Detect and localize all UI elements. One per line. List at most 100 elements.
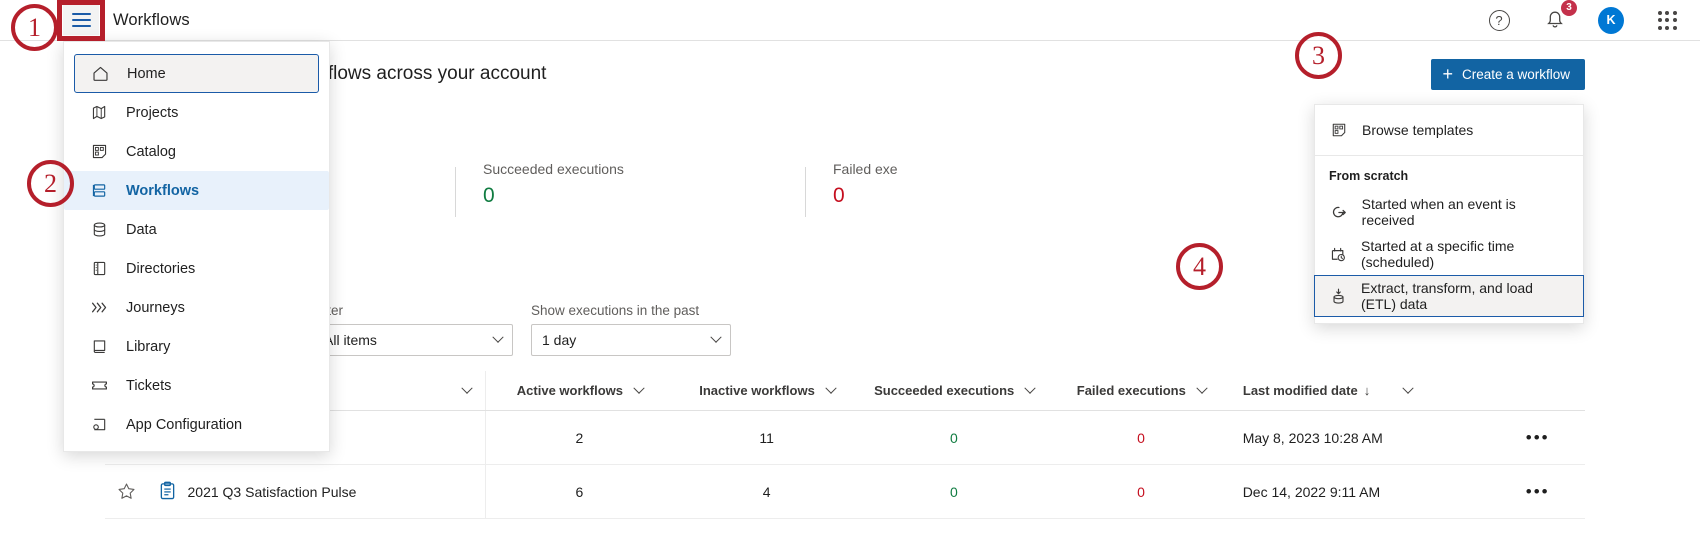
clipboard-icon bbox=[159, 481, 176, 503]
projects-icon bbox=[88, 102, 110, 124]
row-active: 2 bbox=[486, 430, 673, 446]
sidebar-item-label: App Configuration bbox=[126, 417, 242, 433]
chevron-down-icon bbox=[492, 332, 503, 343]
row-succeeded: 0 bbox=[860, 430, 1047, 446]
sidebar-item-label: Journeys bbox=[126, 300, 185, 316]
dropdown-item-browse-templates[interactable]: Browse templates bbox=[1315, 109, 1583, 151]
row-failed: 0 bbox=[1047, 484, 1234, 500]
chevron-down-icon[interactable] bbox=[1403, 382, 1414, 393]
chevron-down-icon[interactable] bbox=[825, 382, 836, 393]
header-failed-label: Failed executions bbox=[1077, 383, 1186, 398]
stat-label: Succeeded executions bbox=[483, 161, 805, 177]
row-inactive: 4 bbox=[673, 484, 860, 500]
dropdown-section-label: From scratch bbox=[1315, 156, 1583, 191]
notifications-button[interactable]: 3 bbox=[1542, 7, 1568, 33]
chevron-down-icon[interactable] bbox=[1025, 382, 1036, 393]
dropdown-item-label: Started at a specific time (scheduled) bbox=[1361, 238, 1569, 270]
app-title: Workflows bbox=[113, 11, 190, 30]
database-icon bbox=[88, 219, 110, 241]
favorite-star-icon[interactable] bbox=[105, 482, 149, 501]
sidebar-item-label: Workflows bbox=[126, 183, 199, 199]
chevron-down-icon[interactable] bbox=[462, 382, 473, 393]
create-workflow-label: Create a workflow bbox=[1462, 67, 1570, 82]
app-config-icon bbox=[88, 414, 110, 436]
dropdown-item-label: Started when an event is received bbox=[1362, 196, 1569, 228]
row-name-cell[interactable]: 2021 Q3 Satisfaction Pulse bbox=[149, 465, 486, 518]
dropdown-item-event-trigger[interactable]: Started when an event is received bbox=[1315, 191, 1583, 233]
chevron-down-icon[interactable] bbox=[1196, 382, 1207, 393]
sidebar-item-workflows[interactable]: Workflows bbox=[64, 171, 329, 210]
waffle-icon bbox=[1658, 11, 1677, 30]
stat-value: 0 bbox=[833, 184, 1155, 208]
header-failed-executions[interactable]: Failed executions bbox=[1048, 383, 1235, 398]
more-icon: ••• bbox=[1526, 429, 1550, 446]
header-succeeded-executions[interactable]: Succeeded executions bbox=[861, 383, 1048, 398]
callout-marker-2: 2 bbox=[27, 160, 74, 207]
dropdown-item-scheduled[interactable]: Started at a specific time (scheduled) bbox=[1315, 233, 1583, 275]
header-inactive-workflows[interactable]: Inactive workflows bbox=[673, 383, 860, 398]
stat-card: Failed exe 0 bbox=[805, 161, 1155, 223]
stat-card: Succeeded executions 0 bbox=[455, 161, 805, 223]
dropdown-item-etl[interactable]: Extract, transform, and load (ETL) data bbox=[1314, 275, 1584, 317]
top-bar-actions: ? 3 K bbox=[1486, 7, 1680, 33]
row-failed: 0 bbox=[1047, 430, 1234, 446]
row-more-actions[interactable]: ••• bbox=[1490, 483, 1585, 500]
stat-label: Failed exe bbox=[833, 161, 1155, 177]
sidebar-item-app-configuration[interactable]: App Configuration bbox=[74, 405, 319, 444]
sidebar-item-directories[interactable]: Directories bbox=[74, 249, 319, 288]
sidebar-item-tickets[interactable]: Tickets bbox=[74, 366, 319, 405]
filter-select[interactable]: All items bbox=[313, 324, 513, 356]
sidebar-item-label: Catalog bbox=[126, 144, 176, 160]
templates-icon bbox=[1329, 120, 1349, 140]
plus-icon: + bbox=[1442, 65, 1453, 83]
filter-label: Filter bbox=[313, 303, 513, 318]
app-launcher-button[interactable] bbox=[1654, 7, 1680, 33]
executions-past-select[interactable]: 1 day bbox=[531, 324, 731, 356]
header-last-modified[interactable]: Last modified date ↓ bbox=[1235, 383, 1491, 398]
sidebar-item-journeys[interactable]: Journeys bbox=[74, 288, 319, 327]
notification-badge: 3 bbox=[1561, 0, 1577, 16]
dropdown-item-label: Extract, transform, and load (ETL) data bbox=[1361, 280, 1569, 312]
catalog-icon bbox=[88, 141, 110, 163]
workflow-name: 2021 Q3 Satisfaction Pulse bbox=[188, 484, 357, 500]
sidebar-item-home[interactable]: Home bbox=[74, 54, 319, 93]
chevron-down-icon[interactable] bbox=[633, 382, 644, 393]
etl-icon bbox=[1329, 286, 1348, 306]
schedule-icon bbox=[1329, 244, 1348, 264]
app-root: Workflows ? 3 K oc bbox=[0, 0, 1700, 550]
sidebar-item-library[interactable]: Library bbox=[74, 327, 319, 366]
directories-icon bbox=[88, 258, 110, 280]
filter-value: All items bbox=[324, 332, 377, 348]
journeys-icon bbox=[88, 297, 110, 319]
sidebar-item-catalog[interactable]: Catalog bbox=[74, 132, 319, 171]
star-outline-icon bbox=[117, 482, 136, 501]
sidebar-item-label: Directories bbox=[126, 261, 195, 277]
avatar[interactable]: K bbox=[1598, 7, 1624, 33]
callout-marker-3: 3 bbox=[1295, 32, 1342, 79]
workflows-icon bbox=[88, 180, 110, 202]
table-row[interactable]: 2021 Q3 Satisfaction Pulse 6 4 0 0 Dec 1… bbox=[105, 465, 1585, 519]
dropdown-item-label: Browse templates bbox=[1362, 122, 1473, 138]
sidebar-item-data[interactable]: Data bbox=[74, 210, 319, 249]
top-bar: Workflows ? 3 K bbox=[0, 0, 1700, 41]
past-value: 1 day bbox=[542, 332, 576, 348]
sidebar-item-label: Data bbox=[126, 222, 157, 238]
library-icon bbox=[88, 336, 110, 358]
row-active: 6 bbox=[486, 484, 673, 500]
row-more-actions[interactable]: ••• bbox=[1490, 429, 1585, 446]
home-icon bbox=[89, 63, 111, 85]
ticket-icon bbox=[88, 375, 110, 397]
sidebar-item-label: Projects bbox=[126, 105, 178, 121]
header-inactive-label: Inactive workflows bbox=[699, 383, 815, 398]
event-trigger-icon bbox=[1329, 202, 1349, 222]
sort-ascending-icon: ↓ bbox=[1364, 383, 1371, 398]
header-active-workflows[interactable]: Active workflows bbox=[486, 383, 673, 398]
past-label: Show executions in the past bbox=[531, 303, 731, 318]
callout-highlight-box bbox=[57, 0, 105, 41]
create-workflow-button[interactable]: + Create a workflow bbox=[1431, 59, 1585, 90]
help-button[interactable]: ? bbox=[1486, 7, 1512, 33]
sidebar-item-projects[interactable]: Projects bbox=[74, 93, 319, 132]
row-succeeded: 0 bbox=[860, 484, 1047, 500]
help-icon: ? bbox=[1489, 10, 1510, 31]
create-workflow-dropdown: Browse templates From scratch Started wh… bbox=[1314, 104, 1584, 324]
